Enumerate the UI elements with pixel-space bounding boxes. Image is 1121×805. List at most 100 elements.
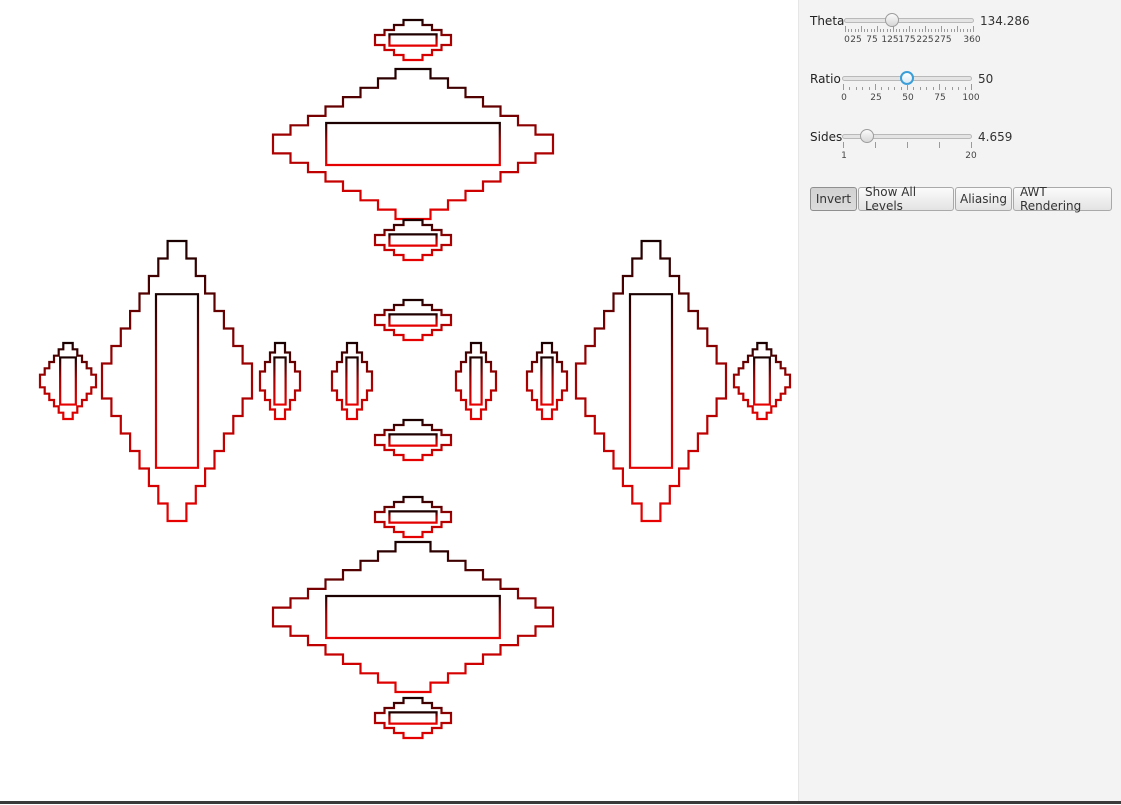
slider-tick — [945, 87, 947, 90]
slider-tick — [843, 142, 844, 148]
slider-tick — [973, 26, 974, 32]
slider-tick — [886, 29, 888, 32]
slider-tick — [919, 87, 921, 90]
slider-tick — [868, 87, 870, 90]
show-all-levels-button[interactable]: Show All Levels — [858, 185, 954, 213]
slider-tick — [861, 26, 862, 32]
theta-ticks — [845, 26, 974, 32]
slider-tick — [854, 29, 856, 32]
theta-slider-row: Theta 134.286 0 25 75 125 175 225 275 36… — [810, 6, 1110, 50]
slider-tick — [931, 29, 933, 32]
awt-rendering-button[interactable]: AWT Rendering — [1013, 185, 1112, 213]
slider-tick — [957, 26, 958, 32]
slider-tick — [900, 87, 902, 90]
slider-tick — [913, 87, 915, 90]
sides-slider-row: Sides 4.659 1 20 — [810, 122, 1110, 166]
slider-tick — [875, 142, 876, 148]
slider-tick — [909, 26, 910, 32]
slider-tick — [966, 29, 968, 32]
slider-tick — [855, 87, 857, 90]
slider-tick — [862, 87, 864, 90]
slider-tick — [950, 29, 952, 32]
slider-tick — [894, 87, 896, 90]
ratio-thumb[interactable] — [900, 71, 914, 85]
theta-tick-label: 25 — [850, 35, 862, 45]
ratio-tick-label: 100 — [962, 93, 980, 103]
slider-tick — [843, 84, 844, 90]
sides-label: Sides — [810, 130, 843, 144]
slider-tick — [971, 84, 972, 90]
theta-tick-label: 125 — [881, 35, 899, 45]
ratio-tick-label: 25 — [870, 93, 882, 103]
slider-tick — [953, 29, 955, 32]
slider-tick — [928, 29, 930, 32]
slider-tick — [932, 87, 934, 90]
slider-tick — [881, 87, 883, 90]
fractal-drawing — [38, 8, 792, 760]
slider-tick — [964, 87, 966, 90]
slider-tick — [907, 84, 908, 90]
slider-tick — [849, 87, 851, 90]
slider-tick — [925, 26, 926, 32]
slider-tick — [889, 29, 891, 32]
slider-tick — [905, 29, 907, 32]
slider-tick — [963, 29, 965, 32]
sides-tick-label: 20 — [965, 151, 977, 161]
slider-tick — [864, 29, 866, 32]
slider-tick — [899, 29, 901, 32]
slider-tick — [944, 29, 946, 32]
theta-tick-label: 225 — [916, 35, 934, 45]
ratio-value: 50 — [978, 72, 994, 86]
slider-tick — [848, 29, 850, 32]
sides-value: 4.659 — [978, 130, 1013, 144]
theta-thumb[interactable] — [885, 13, 900, 27]
ratio-slider-row: Ratio 50 0 25 50 75 100 — [810, 64, 1110, 108]
slider-tick — [857, 29, 859, 32]
slider-tick — [971, 142, 972, 148]
slider-tick — [969, 29, 971, 32]
sides-tick-label: 1 — [841, 151, 847, 161]
slider-tick — [883, 29, 885, 32]
slider-tick — [912, 29, 914, 32]
theta-tick-label: 275 — [934, 35, 952, 45]
slider-tick — [851, 29, 853, 32]
sides-thumb[interactable] — [860, 129, 875, 143]
button-bar: Invert Show All Levels Aliasing AWT Rend… — [810, 185, 1113, 213]
slider-tick — [939, 84, 940, 90]
ratio-label: Ratio — [810, 72, 841, 86]
theta-tick-label: 360 — [963, 35, 981, 45]
slider-tick — [960, 29, 962, 32]
theta-tick-label: 0 — [844, 35, 850, 45]
slider-tick — [958, 87, 960, 90]
slider-tick — [880, 29, 882, 32]
fractal-canvas[interactable] — [0, 0, 798, 801]
theta-value: 134.286 — [980, 14, 1030, 28]
theta-track[interactable] — [844, 18, 974, 23]
slider-tick — [893, 26, 894, 32]
slider-tick — [947, 29, 949, 32]
slider-tick — [918, 29, 920, 32]
invert-button[interactable]: Invert — [810, 187, 857, 211]
ratio-ticks — [843, 84, 972, 90]
sides-ticks — [843, 142, 972, 148]
slider-tick — [934, 29, 936, 32]
aliasing-button[interactable]: Aliasing — [955, 187, 1012, 211]
theta-tick-label: 75 — [866, 35, 878, 45]
slider-tick — [873, 29, 875, 32]
theta-tick-label: 175 — [898, 35, 916, 45]
theta-label: Theta — [810, 14, 845, 28]
slider-tick — [937, 29, 939, 32]
slider-tick — [926, 87, 928, 90]
slider-tick — [915, 29, 917, 32]
slider-tick — [870, 29, 872, 32]
ratio-tick-label: 0 — [841, 93, 847, 103]
slider-tick — [877, 26, 878, 32]
slider-tick — [951, 87, 953, 90]
slider-tick — [896, 29, 898, 32]
slider-tick — [921, 29, 923, 32]
slider-tick — [907, 142, 908, 148]
slider-tick — [867, 29, 869, 32]
slider-tick — [939, 142, 940, 148]
slider-tick — [902, 29, 904, 32]
ratio-tick-label: 50 — [902, 93, 914, 103]
